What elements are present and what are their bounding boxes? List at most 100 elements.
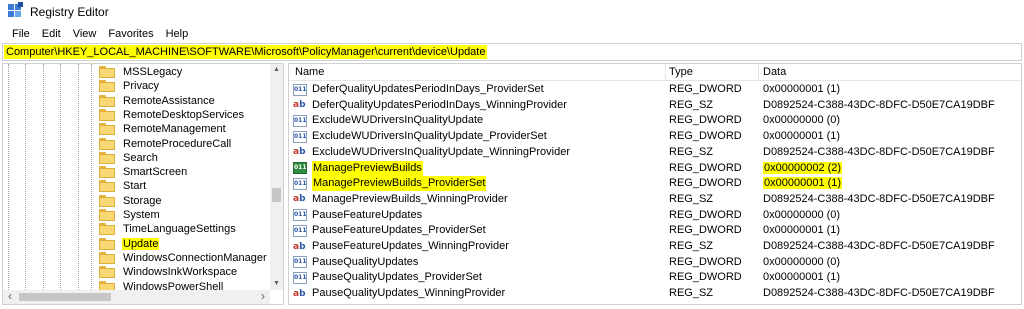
value-data-cell: 0x00000002 (2) — [763, 161, 843, 176]
value-name-cell: 011 PauseQualityUpdates — [293, 255, 418, 270]
value-row[interactable]: 011 ExcludeWUDriversInQualityUpdate REG_DW… — [289, 113, 1021, 129]
tree-item[interactable]: Search — [99, 151, 159, 165]
value-row[interactable]: ab ExcludeWUDriversInQualityUpdate_Winnin… — [289, 145, 1021, 161]
value-data: 0x00000000 (0) — [763, 255, 841, 268]
tree-item[interactable]: System — [99, 208, 161, 222]
value-row[interactable]: 011 ExcludeWUDriversInQualityUpdate_Provi… — [289, 129, 1021, 145]
tree-item[interactable]: Privacy — [99, 79, 160, 93]
tree-item-label: SmartScreen — [123, 166, 188, 179]
binary-value-icon: 011 — [293, 162, 307, 174]
value-row[interactable]: 011 PauseFeatureUpdates_ProviderSet REG_DW… — [289, 223, 1021, 239]
value-type: REG_SZ — [669, 98, 714, 111]
value-name: ManagePreviewBuilds_ProviderSet — [312, 176, 487, 192]
value-data-cell: D0892524-C388-43DC-8DFC-D50E7CA19DBF — [763, 239, 995, 254]
string-value-icon: ab — [293, 288, 306, 299]
tree-item[interactable]: RemoteDesktopServices — [99, 108, 245, 122]
value-name-cell: 011 ExcludeWUDriversInQualityUpdate_Provi… — [293, 129, 547, 144]
tree-item[interactable]: RemoteManagement — [99, 122, 227, 136]
column-header-data[interactable]: Data — [759, 64, 786, 81]
value-data-cell: 0x00000001 (1) — [763, 270, 840, 285]
tree-vertical-scroll-thumb[interactable] — [272, 188, 281, 202]
scroll-left-arrow-icon[interactable]: ‹ — [3, 290, 17, 304]
value-name: PauseFeatureUpdates — [312, 208, 423, 221]
folder-icon — [99, 66, 115, 78]
value-row[interactable]: ab PauseQualityUpdates_WinningProvider REG… — [289, 286, 1021, 302]
key-tree-pane[interactable]: MSSLegacy Privacy RemoteAssistance RemoteDe… — [2, 63, 284, 305]
value-row[interactable]: 011 ManagePreviewBuilds REG_DWORD 0x0000000… — [289, 160, 1021, 177]
value-data: 0x00000000 (0) — [763, 114, 841, 127]
value-name: ExcludeWUDriversInQualityUpdate — [312, 114, 484, 127]
value-data: 0x00000002 (2) — [763, 161, 843, 174]
tree-item-label: RemoteAssistance — [123, 94, 215, 107]
tree-item-label: MSSLegacy — [123, 66, 183, 78]
tree-item[interactable]: RemoteAssistance — [99, 94, 216, 108]
tree-item[interactable]: RemoteProcedureCall — [99, 137, 232, 151]
binary-value-icon: 011 — [293, 130, 307, 143]
value-data-cell: D0892524-C388-43DC-8DFC-D50E7CA19DBF — [763, 286, 995, 301]
scroll-right-arrow-icon[interactable]: › — [256, 290, 270, 304]
value-name-cell: ab ManagePreviewBuilds_WinningProvider — [293, 192, 508, 207]
value-data: 0x00000001 (1) — [763, 224, 841, 237]
value-name-cell: ab PauseFeatureUpdates_WinningProvider — [293, 239, 509, 254]
tree-item[interactable]: MSSLegacy — [99, 65, 183, 79]
menu-file[interactable]: File — [6, 28, 36, 40]
value-type: REG_DWORD — [669, 224, 742, 237]
value-row[interactable]: ab PauseFeatureUpdates_WinningProvider REG… — [289, 239, 1021, 255]
value-data-cell: 0x00000000 (0) — [763, 255, 840, 270]
tree-item-label: Privacy — [123, 80, 160, 93]
value-name-cell: 011 PauseQualityUpdates_ProviderSet — [293, 270, 482, 285]
tree-item-label: RemoteManagement — [123, 123, 226, 136]
tree-item[interactable]: SmartScreen — [99, 165, 188, 179]
registry-editor-icon — [8, 2, 24, 20]
value-name: PauseQualityUpdates_WinningProvider — [312, 287, 506, 300]
column-header-name[interactable]: Name — [291, 64, 324, 81]
value-row[interactable]: 011 PauseFeatureUpdates REG_DWORD 0x0000000… — [289, 208, 1021, 224]
value-row[interactable]: ab ManagePreviewBuilds_WinningProvider REG… — [289, 192, 1021, 208]
tree-item[interactable]: TimeLanguageSettings — [99, 222, 237, 236]
value-row[interactable]: 011 PauseQualityUpdates_ProviderSet REG_DW… — [289, 270, 1021, 286]
tree-item[interactable]: Start — [99, 179, 147, 193]
value-row[interactable]: 011 ManagePreviewBuilds_ProviderSet REG_DW… — [289, 176, 1021, 192]
string-value-icon: ab — [293, 147, 306, 158]
value-type: REG_DWORD — [669, 208, 742, 221]
tree-item[interactable]: Storage — [99, 194, 163, 208]
menu-favorites[interactable]: Favorites — [102, 28, 159, 40]
menu-bar: File Edit View Favorites Help — [0, 26, 194, 42]
tree-item[interactable]: WindowsInkWorkspace — [99, 265, 238, 279]
tree-item[interactable]: WindowsConnectionManager — [99, 251, 268, 265]
value-data-cell: 0x00000001 (1) — [763, 129, 840, 144]
value-row[interactable]: ab DeferQualityUpdatesPeriodInDays_Winnin… — [289, 98, 1021, 114]
folder-icon — [99, 237, 115, 250]
value-type: REG_SZ — [669, 287, 714, 300]
column-header-type[interactable]: Type — [665, 64, 693, 81]
value-data-cell: 0x00000000 (0) — [763, 208, 840, 223]
value-type: REG_DWORD — [669, 114, 742, 127]
tree-vertical-scrollbar[interactable]: ▲ ▼ — [270, 64, 283, 290]
tree-item-label: TimeLanguageSettings — [123, 223, 236, 236]
value-name: ManagePreviewBuilds — [312, 160, 423, 176]
value-type: REG_SZ — [669, 240, 714, 252]
tree-horizontal-scrollbar[interactable]: ‹ › — [3, 290, 270, 304]
scroll-up-arrow-icon[interactable]: ▲ — [270, 64, 283, 76]
menu-help[interactable]: Help — [160, 28, 195, 40]
value-data-cell: 0x00000000 (0) — [763, 113, 840, 128]
value-row[interactable]: 011 PauseQualityUpdates REG_DWORD 0x0000000… — [289, 255, 1021, 271]
values-list-pane[interactable]: Name Type Data 011 DeferQualityUpdatesPer… — [288, 63, 1022, 305]
value-data-cell: 0x00000001 (1) — [763, 176, 843, 191]
value-name-cell: ab DeferQualityUpdatesPeriodInDays_Winnin… — [293, 98, 567, 113]
value-data: 0x00000001 (1) — [763, 271, 841, 284]
value-name: ExcludeWUDriversInQualityUpdate_Provider… — [312, 130, 547, 143]
tree-horizontal-scroll-thumb[interactable] — [19, 293, 111, 301]
tree-item-label: Storage — [123, 194, 162, 207]
menu-edit[interactable]: Edit — [36, 28, 67, 40]
scroll-down-arrow-icon[interactable]: ▼ — [270, 278, 283, 290]
menu-view[interactable]: View — [67, 28, 103, 40]
value-data: D0892524-C388-43DC-8DFC-D50E7CA19DBF — [763, 98, 995, 111]
value-data-cell: D0892524-C388-43DC-8DFC-D50E7CA19DBF — [763, 192, 995, 207]
value-data-cell: D0892524-C388-43DC-8DFC-D50E7CA19DBF — [763, 98, 995, 113]
tree-item[interactable]: Update — [99, 237, 160, 251]
tree-item-label: RemoteDesktopServices — [123, 108, 245, 121]
value-row[interactable]: 011 DeferQualityUpdatesPeriodInDays_Provi… — [289, 82, 1021, 98]
address-bar[interactable]: Computer\HKEY_LOCAL_MACHINE\SOFTWARE\Mic… — [2, 43, 1022, 61]
address-path[interactable]: Computer\HKEY_LOCAL_MACHINE\SOFTWARE\Mic… — [4, 45, 488, 59]
